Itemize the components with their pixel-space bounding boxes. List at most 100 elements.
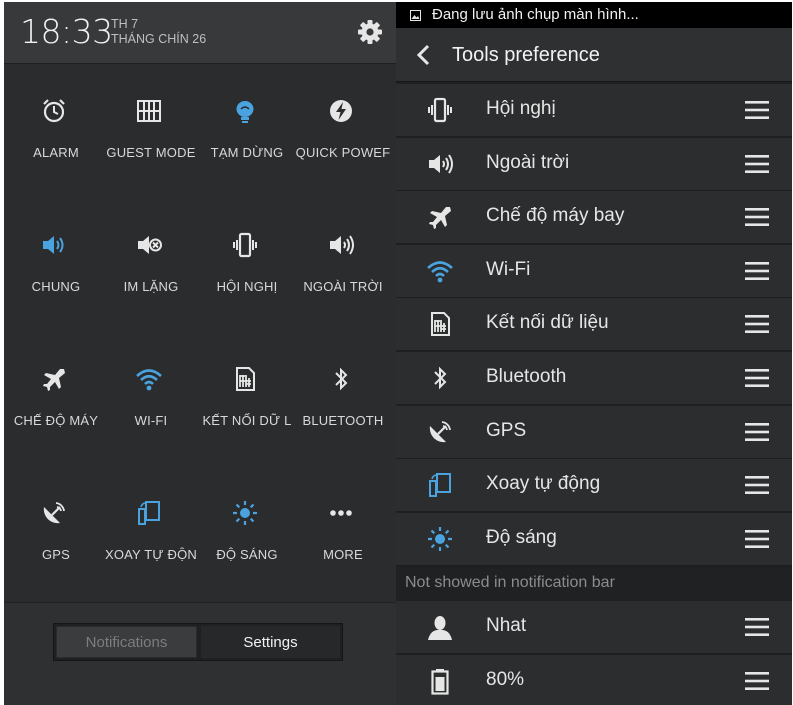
gps-icon (429, 420, 451, 442)
wifi-icon (136, 369, 162, 391)
drag-handle-icon[interactable] (745, 421, 769, 443)
quick-power-icon (330, 100, 352, 122)
bluetooth-icon (434, 366, 447, 390)
tool-row-data-sim[interactable]: Kết nối dữ liệu (396, 298, 792, 352)
quick-tile-rotate[interactable]: XOAY TỰ ĐỘN (101, 467, 197, 562)
tool-row-label: Nhat (486, 615, 527, 636)
drag-handle-icon[interactable] (745, 670, 769, 692)
quick-tile-label: KẾT NỐI DỮ L (202, 413, 292, 428)
tool-row-bluetooth[interactable]: Bluetooth (396, 352, 792, 405)
quick-tile-label: HỘI NGHỊ (216, 279, 278, 294)
drag-handle-icon[interactable] (745, 153, 769, 175)
alarm-icon (43, 99, 65, 123)
drag-handle-icon[interactable] (745, 260, 769, 282)
outdoor-speaker-icon (429, 154, 453, 174)
quick-tile-label: CHẾ ĐỘ MÁY (13, 413, 99, 428)
status-bar: Đang lưu ảnh chụp màn hình... (396, 2, 792, 28)
drawer-footer: Notifications Settings (4, 602, 397, 705)
quick-tile-alarm[interactable]: ALARM (6, 65, 102, 160)
tool-row-airplane[interactable]: Chế độ máy bay (396, 191, 792, 245)
quick-tile-label: GUEST MODE (106, 145, 196, 160)
gear-icon[interactable] (356, 18, 384, 46)
tool-row-label: Wi-Fi (486, 258, 531, 280)
tool-row-brightness[interactable]: Độ sáng (396, 512, 792, 566)
mute-icon (138, 236, 162, 254)
quick-tile-quick-power[interactable]: QUICK POWEF (293, 65, 390, 160)
more-icon (330, 510, 352, 516)
drag-handle-icon[interactable] (745, 474, 769, 496)
section-header: Not showed in notification bar (396, 569, 792, 601)
tab-settings[interactable]: Settings (201, 626, 340, 658)
quick-tile-label: CHUNG (31, 279, 81, 294)
drawer-header: 18:33 TH 7 THÁNG CHÍN 26 (4, 2, 397, 64)
quick-settings-grid: ALARM GUEST MODE TẠM DỪNG QUICK POWEF CHUNG I… (4, 65, 397, 602)
airplane-icon (43, 369, 65, 391)
quick-tile-data-sim[interactable]: KẾT NỐI DỮ L (197, 333, 293, 428)
quick-tile-label: IM LẶNG (123, 279, 179, 294)
quick-tile-label: TẠM DỪNG (210, 145, 284, 160)
date: TH 7 THÁNG CHÍN 26 (111, 17, 206, 47)
quick-tile-outdoor-speaker[interactable]: NGOÀI TRỜI (293, 199, 389, 294)
quick-tile-more[interactable]: MORE (293, 467, 389, 562)
rotate-icon (138, 501, 160, 525)
screenshot-icon (410, 10, 421, 21)
quick-tile-bluetooth[interactable]: BLUETOOTH (293, 333, 389, 428)
tool-row-user[interactable]: Nhat (396, 601, 792, 654)
page-title: Tools preference (452, 44, 600, 66)
tool-row-gps[interactable]: GPS (396, 405, 792, 459)
quick-tile-airplane[interactable]: CHẾ ĐỘ MÁY (6, 333, 102, 428)
quick-tile-wifi[interactable]: WI-FI (101, 333, 197, 428)
user-icon (428, 616, 452, 640)
quick-tile-speaker[interactable]: CHUNG (6, 199, 102, 294)
drag-handle-icon[interactable] (745, 367, 769, 389)
tool-row-label: 80% (486, 668, 525, 690)
vibrate-icon (233, 232, 257, 258)
brightness-icon (233, 501, 257, 525)
rotate-icon (429, 473, 451, 498)
data-sim-icon (431, 312, 450, 337)
quick-tile-label: GPS (41, 547, 71, 562)
outdoor-speaker-icon (330, 235, 354, 255)
data-sim-icon (236, 367, 255, 391)
quick-tile-label: MORE (323, 547, 363, 562)
quick-tile-label: BLUETOOTH (302, 413, 384, 428)
quick-tile-mute[interactable]: IM LẶNG (101, 199, 197, 294)
tool-row-battery[interactable]: 80% (396, 654, 792, 705)
tool-row-label: Độ sáng (486, 526, 557, 548)
tool-row-wifi[interactable]: Wi-Fi (396, 244, 792, 298)
date-month: THÁNG CHÍN 26 (111, 32, 207, 46)
airplane-icon (429, 207, 451, 230)
date-day: TH 7 (111, 17, 139, 31)
tool-row-outdoor-speaker[interactable]: Ngoài trời (396, 137, 792, 191)
quick-tile-guest-mode[interactable]: GUEST MODE (101, 65, 197, 160)
quick-tile-label: NGOÀI TRỜI (303, 279, 383, 294)
drag-handle-icon[interactable] (745, 206, 769, 228)
back-arrow-icon[interactable] (414, 44, 434, 66)
tool-row-label: Xoay tự động (486, 473, 601, 495)
quick-tile-gps[interactable]: GPS (6, 467, 102, 562)
drag-handle-icon[interactable] (745, 99, 769, 121)
drag-handle-icon[interactable] (745, 313, 769, 335)
tool-row-rotate[interactable]: Xoay tự động (396, 459, 792, 513)
vibrate-icon (428, 97, 452, 123)
tool-row-label: Hội nghị (486, 98, 556, 119)
tab-notifications[interactable]: Notifications (56, 626, 197, 658)
quick-tile-label: QUICK POWEF (295, 145, 391, 160)
drag-handle-icon[interactable] (745, 528, 769, 550)
quick-tile-label: ALARM (33, 145, 79, 160)
quick-tile-label: ĐỘ SÁNG (216, 547, 278, 562)
guest-mode-icon (137, 100, 161, 122)
quick-tile-label: WI-FI (134, 413, 168, 428)
wifi-icon (427, 261, 453, 283)
quick-tile-vibrate[interactable]: HỘI NGHỊ (197, 199, 293, 294)
tool-row-label: Chế độ máy bay (486, 205, 625, 227)
tool-row-label: Ngoài trời (486, 151, 570, 173)
tools-preference-screen: Đang lưu ảnh chụp màn hình... Tools pref… (396, 2, 792, 705)
quick-tile-lamp[interactable]: TẠM DỪNG (197, 65, 293, 160)
quick-tile-brightness[interactable]: ĐỘ SÁNG (197, 467, 293, 562)
clock: 18:33 (20, 12, 113, 51)
drag-handle-icon[interactable] (745, 616, 769, 638)
bluetooth-icon (335, 367, 348, 391)
notification-drawer: 18:33 TH 7 THÁNG CHÍN 26 ALARM GUEST MODE… (4, 2, 397, 705)
tool-row-vibrate[interactable]: Hội nghị (396, 84, 792, 137)
